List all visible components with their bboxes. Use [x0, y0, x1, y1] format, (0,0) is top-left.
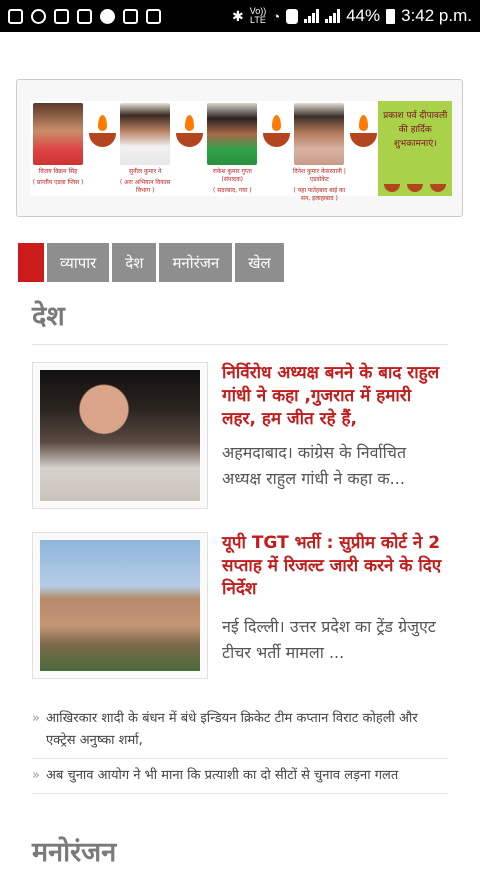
person-caption: ( अरा अभियान विकास विभाग ): [119, 179, 171, 194]
message-icon: [8, 8, 23, 24]
diya-icon: [347, 101, 378, 196]
person-photo: [207, 103, 258, 165]
article-card[interactable]: निर्विरोध अध्यक्ष बनने के बाद राहुल गांध…: [32, 362, 448, 512]
headline-list: » आखिरकार शादी के बंधन में बंधे इन्डियन …: [32, 702, 448, 794]
person-name: सुनील कुमार ने: [129, 168, 162, 175]
list-item-text[interactable]: अब चुनाव आयोग ने भी माना कि प्रत्याशी का…: [46, 765, 398, 787]
person-photo: [294, 103, 345, 165]
person-name: राकेश कुमार गुप्ता (संपादक): [212, 168, 252, 183]
sim-icon: [286, 8, 299, 24]
person-photo: [33, 103, 84, 165]
section-divider: [32, 344, 448, 345]
tab-home[interactable]: [18, 243, 44, 282]
diya-icon: [173, 101, 204, 196]
list-item[interactable]: » आखिरकार शादी के बंधन में बंधे इन्डियन …: [32, 702, 448, 759]
person-caption: ( सदरबाद, गया ): [212, 187, 252, 194]
article-thumbnail[interactable]: [32, 532, 208, 679]
bluetooth-icon: ✱: [231, 7, 244, 24]
category-tabs: व्यापार देश मनोरंजन खेल: [18, 243, 284, 282]
person-photo: [120, 103, 171, 165]
diya-row-icon: [384, 184, 446, 192]
article-card[interactable]: यूपी TGT भर्ती : सुप्रीम कोर्ट ने 2 सप्त…: [32, 532, 448, 682]
tab-entertainment[interactable]: मनोरंजन: [159, 243, 233, 282]
tab-country[interactable]: देश: [112, 243, 157, 282]
status-bar: ✱ Vo)) LTE ◔ 44% 3:42 p.m.: [0, 0, 480, 32]
banner-person-1: विजय विक्रम सिंह ( प्रान्तीय एडवा प्लिस …: [30, 101, 86, 196]
person-name: दिनेश कुमार केसरवानी | एडवोकेट: [292, 168, 346, 183]
gmail-icon: [123, 8, 138, 24]
section-title: देश: [32, 301, 65, 332]
banner-person-3: राकेश कुमार गुप्ता (संपादक) ( सदरबाद, गय…: [204, 101, 260, 196]
diwali-banner[interactable]: विजय विक्रम सिंह ( प्रान्तीय एडवा प्लिस …: [16, 79, 463, 217]
tab-sports[interactable]: खेल: [235, 243, 284, 282]
signal-icon: [304, 9, 320, 23]
battery-icon: [386, 8, 396, 24]
banner-person-2: सुनील कुमार ने ( अरा अभियान विकास विभाग …: [117, 101, 173, 196]
banner-person-4: दिनेश कुमार केसरवानी | एडवोकेट ( यहा फते…: [291, 101, 347, 202]
mail-icon: [146, 8, 161, 24]
clock: 3:42 p.m.: [401, 6, 472, 25]
article-excerpt: नई दिल्ली। उत्तर प्रदेश का ट्रेंड ग्रेजु…: [222, 617, 436, 662]
bullet-icon: »: [32, 768, 40, 783]
volte-indicator: Vo)) LTE: [249, 6, 267, 25]
whatsapp-icon: [31, 8, 46, 24]
bullet-icon: »: [32, 711, 40, 726]
tab-business[interactable]: व्यापार: [47, 243, 110, 282]
diwali-greeting: प्रकाश पर्व दीपावली की हार्दिक शुभकामनाए…: [378, 101, 452, 196]
person-caption: ( यहा फतेहबाद बाई का सन, इलाहाबाद ): [293, 187, 346, 202]
list-item[interactable]: » अब चुनाव आयोग ने भी माना कि प्रत्याशी …: [32, 759, 448, 794]
signal-icon-2: [325, 9, 341, 23]
diya-icon: [86, 101, 117, 196]
person-caption: ( प्रान्तीय एडवा प्लिस ): [32, 179, 84, 186]
person-name: विजय विक्रम सिंह: [38, 168, 78, 175]
article-excerpt: अहमदाबाद। कांग्रेस के निर्वाचित अध्यक्ष …: [222, 443, 407, 488]
gallery-icon: [54, 8, 69, 24]
check-icon: [77, 8, 92, 24]
location-icon: [100, 8, 115, 24]
diya-icon: [260, 101, 291, 196]
wifi-icon: ◔: [272, 8, 281, 24]
battery-percent: 44%: [346, 6, 381, 25]
article-title[interactable]: यूपी TGT भर्ती : सुप्रीम कोर्ट ने 2 सप्त…: [222, 532, 448, 601]
article-title[interactable]: निर्विरोध अध्यक्ष बनने के बाद राहुल गांध…: [222, 362, 448, 431]
article-thumbnail[interactable]: [32, 362, 208, 509]
section-title-entertainment: मनोरंजन: [32, 837, 117, 868]
list-item-text[interactable]: आखिरकार शादी के बंधन में बंधे इन्डियन क्…: [46, 708, 448, 752]
